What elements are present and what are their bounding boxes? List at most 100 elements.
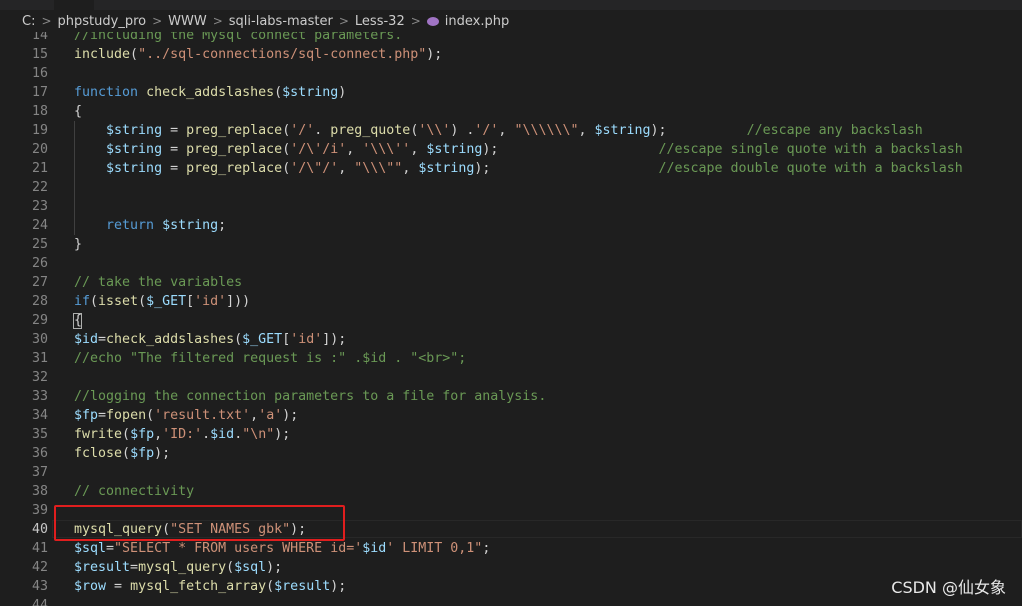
line-number: 31 [31,351,48,366]
code-token: function [74,85,139,100]
code-token: . [202,427,211,442]
code-line[interactable]: 17 function check_addslashes($string) [0,83,1022,102]
code-line[interactable]: 34 $fp=fopen('result.txt','a'); [0,406,1022,425]
code-line[interactable]: 29{ [0,311,1022,330]
code-token: ( [122,446,131,461]
breadcrumb-item-phpstudy[interactable]: phpstudy_pro [58,14,147,29]
code-text: include("../sql-connections/sql-connect.… [74,45,442,64]
code-token: ); [282,408,299,423]
line-number: 23 [31,199,48,214]
code-token: //logging the connection parameters to a… [74,389,547,404]
code-line[interactable]: 24 return $string; [0,216,1022,235]
code-line[interactable]: 35 fwrite($fp,'ID:'.$id."\n"); [0,425,1022,444]
code-line[interactable]: 28 if(isset($_GET['id'])) [0,292,1022,311]
code-line[interactable]: 37 [0,463,1022,482]
code-line[interactable]: 25} [0,235,1022,254]
code-token: $id [210,427,235,442]
code-line[interactable]: 15 include("../sql-connections/sql-connec… [0,45,1022,64]
code-line[interactable]: 19 $string = preg_replace('/'. preg_quot… [0,121,1022,140]
code-token: //echo "The filtered request is :" .$id … [74,351,467,366]
tab-bar [0,0,1022,10]
line-number: 25 [31,237,48,252]
code-line[interactable]: 41 $sql="SELECT * FROM users WHERE id='$i… [0,539,1022,558]
code-token: '/\'/i' [290,142,347,157]
code-line[interactable]: 27 // take the variables [0,273,1022,292]
code-token: check_addslashes [146,85,275,100]
code-token: preg_replace [186,161,283,176]
code-text: $string = preg_replace('/'. preg_quote('… [74,121,923,140]
code-text: $sql="SELECT * FROM users WHERE id='$id'… [74,539,490,558]
breadcrumb-item-drive[interactable]: C: [22,14,35,29]
code-token: = [162,123,187,138]
chevron-right-icon: > [41,14,52,28]
code-line[interactable]: 33 //logging the connection parameters to… [0,387,1022,406]
code-token: . [314,123,331,138]
code-token: $id [74,332,99,347]
code-line[interactable]: 30 $id=check_addslashes($_GET['id']); [0,330,1022,349]
php-file-icon [426,16,439,26]
code-line[interactable]: 32 [0,368,1022,387]
line-number: 44 [31,598,48,606]
code-line[interactable]: 44 [0,596,1022,606]
code-token: $string [106,161,163,176]
breadcrumb-item-less32[interactable]: Less-32 [355,14,405,29]
code-text: //logging the connection parameters to a… [74,387,546,406]
code-line[interactable]: 21 $string = preg_replace('/\"/', "\\\""… [0,159,1022,178]
code-token: '\\\'' [362,142,411,157]
code-line[interactable]: 42 $result=mysql_query($sql); [0,558,1022,577]
code-token: 'ID:' [162,427,203,442]
line-number: 37 [31,465,48,480]
breadcrumb-item-sqli-labs[interactable]: sqli-labs-master [229,14,333,29]
line-number: 29 [31,313,48,328]
code-line[interactable]: 38 // connectivity [0,482,1022,501]
code-token: '/' [290,123,315,138]
code-text: $string = preg_replace('/\"/', "\\\"", $… [74,159,963,178]
code-text: //echo "The filtered request is :" .$id … [74,349,466,368]
code-token: [ [186,294,195,309]
line-number: 21 [31,161,48,176]
code-token: , [346,142,363,157]
code-token: $string [282,85,339,100]
code-token: ( [274,85,283,100]
code-text: $fp=fopen('result.txt','a'); [74,406,298,425]
code-line[interactable]: 31 //echo "The filtered request is :" .$i… [0,349,1022,368]
code-token: "\\\"" [354,161,403,176]
code-token: $string [162,218,219,233]
code-line[interactable]: 43 $row = mysql_fetch_array($result); [0,577,1022,596]
code-token: isset [98,294,139,309]
code-line[interactable]: 23 [0,197,1022,216]
code-line[interactable]: 36 fclose($fp); [0,444,1022,463]
code-token: ) [338,85,347,100]
code-token: $fp [74,408,99,423]
line-number: 22 [31,180,48,195]
code-token: "\\\\\\" [514,123,579,138]
code-token: ); [474,161,659,176]
code-line[interactable]: 14 //including the Mysql connect paramete… [0,32,1022,45]
breadcrumb-item-file[interactable]: index.php [445,14,509,29]
code-token: ])) [226,294,251,309]
code-token: "../sql-connections/sql-connect.php" [138,47,427,62]
line-number: 36 [31,446,48,461]
code-token: , [578,123,595,138]
code-line[interactable]: 26 [0,254,1022,273]
code-token: . [234,427,243,442]
code-token: ( [146,408,155,423]
code-token: ]); [322,332,347,347]
code-token: } [74,237,83,252]
code-line[interactable]: 18 { [0,102,1022,121]
code-token: //escape double quote with a backslash [658,161,963,176]
code-token: = [106,579,131,594]
code-token: //including the Mysql connect parameters… [74,32,403,43]
code-token: '/' [474,123,499,138]
code-token: // connectivity [74,484,195,499]
code-line[interactable]: 20 $string = preg_replace('/\'/i', '\\\'… [0,140,1022,159]
code-line[interactable]: 22 [0,178,1022,197]
breadcrumb-item-www[interactable]: WWW [168,14,207,29]
editor-tab[interactable] [54,0,94,10]
line-number: 30 [31,332,48,347]
code-token: ( [282,123,291,138]
code-line[interactable]: 16 [0,64,1022,83]
